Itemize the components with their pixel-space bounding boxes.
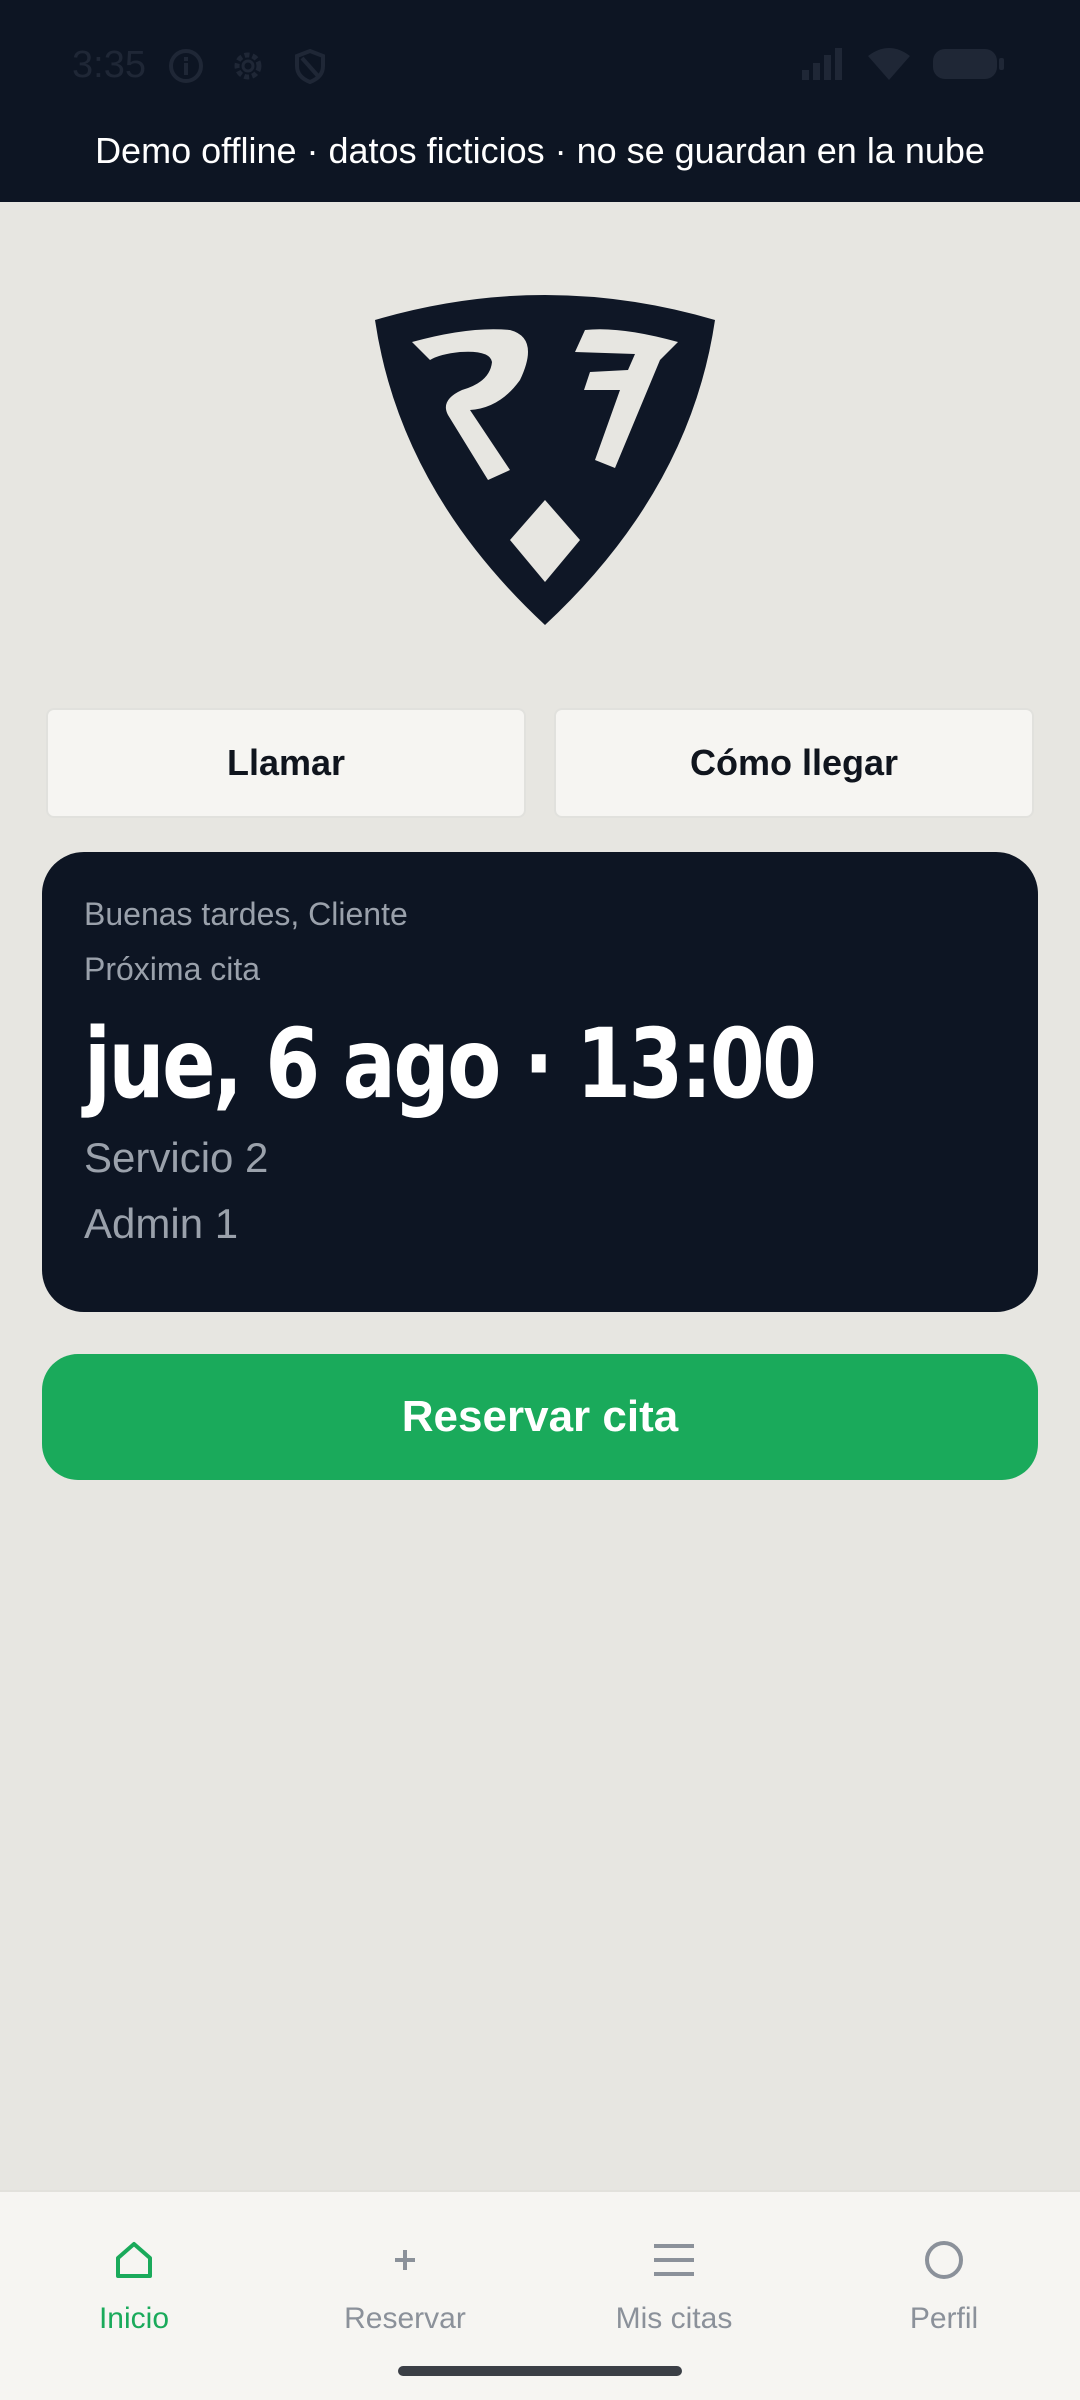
quick-actions: Llamar Cómo llegar (46, 708, 1034, 818)
status-bar: 3:35 (0, 0, 1080, 132)
book-appointment-button[interactable]: Reservar cita (42, 1354, 1038, 1480)
nav-item-inicio[interactable]: Inicio (34, 2232, 234, 2336)
appointment-service: Servicio 2 (84, 1134, 269, 1181)
signal-icon (800, 46, 846, 87)
battery-icon (932, 46, 1006, 87)
wifi-icon (866, 46, 912, 87)
nav-item-reservar[interactable]: Reservar (305, 2232, 505, 2336)
call-button[interactable]: Llamar (46, 708, 526, 818)
brand-logo (370, 290, 720, 630)
nav-label-reservar: Reservar (344, 2302, 466, 2335)
home-icon (112, 2232, 156, 2288)
nav-item-mis-citas[interactable]: Mis citas (574, 2232, 774, 2336)
next-appointment-card[interactable]: Buenas tardes, Cliente Próxima cita jue,… (42, 852, 1038, 1312)
directions-button[interactable]: Cómo llegar (554, 708, 1034, 818)
appointment-datetime: jue, 6 ago · 13:00 (84, 1008, 817, 1120)
nav-label-inicio: Inicio (98, 2302, 170, 2335)
shield-icon (290, 46, 330, 91)
demo-banner: Demo offline · datos ficticios · no se g… (0, 130, 1080, 202)
demo-banner-text: Demo offline · datos ficticios · no se g… (95, 130, 985, 171)
nav-label-mis-citas: Mis citas (615, 2302, 733, 2335)
nav-item-perfil[interactable]: Perfil (844, 2232, 1044, 2336)
greeting-text: Buenas tardes, Cliente (84, 896, 408, 932)
list-icon (652, 2232, 696, 2288)
appointment-staff: Admin 1 (84, 1200, 239, 1247)
home-indicator[interactable] (398, 2366, 682, 2376)
plus-icon (383, 2232, 427, 2288)
status-time: 3:35 (72, 44, 146, 86)
gear-icon (228, 46, 268, 91)
nav-label-perfil: Perfil (909, 2302, 979, 2335)
info-icon (166, 46, 206, 91)
next-appointment-label: Próxima cita (84, 951, 261, 987)
profile-icon (922, 2232, 966, 2288)
bottom-navigation: Inicio Reservar Mis citas Perfil (0, 2190, 1080, 2400)
